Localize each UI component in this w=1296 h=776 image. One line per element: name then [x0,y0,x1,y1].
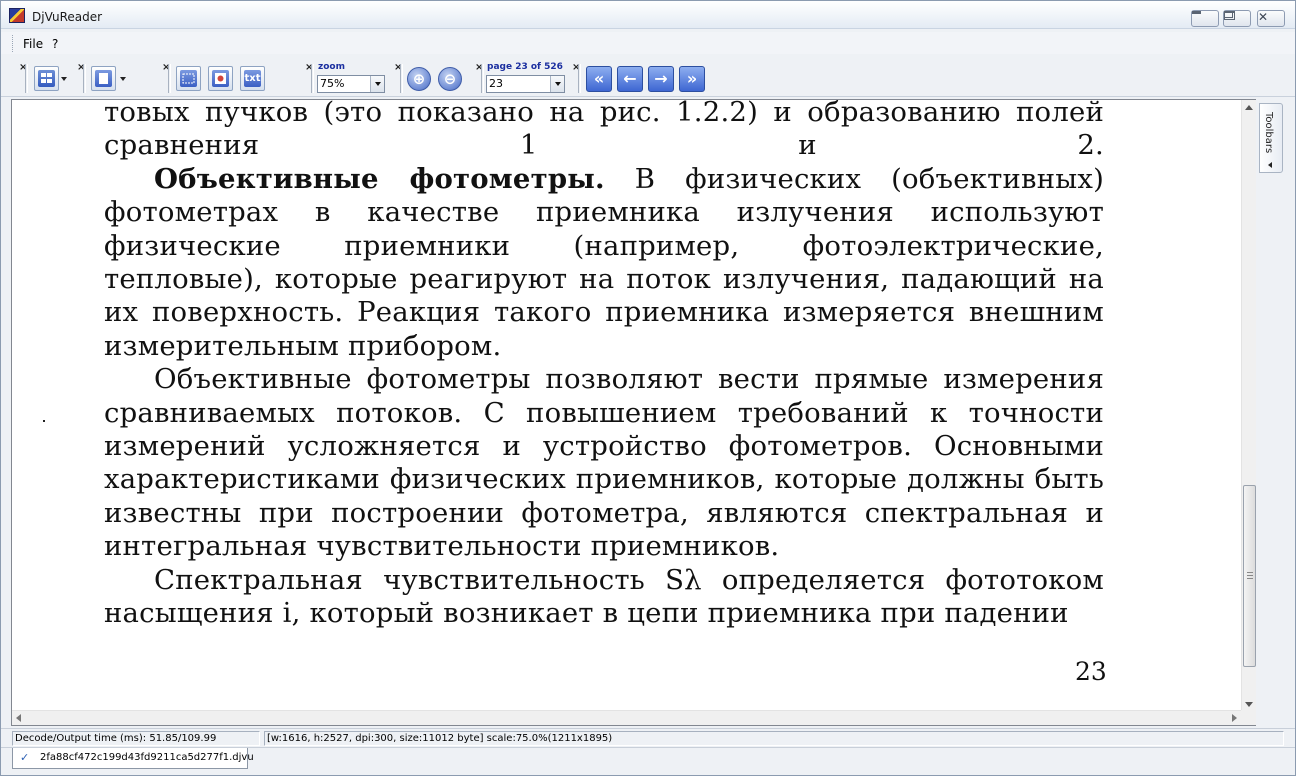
menubar-grip[interactable] [12,35,14,52]
image-button[interactable] [208,66,233,91]
toolbars-tab-label: Toolbars [1263,112,1274,154]
toolbars-side-tab[interactable]: Toolbars [1259,103,1283,173]
paragraph-4: Спектральная чувствительность Sλ определ… [104,564,1104,631]
page-number: 23 [1075,657,1107,686]
menu-bar: File ? [1,32,1295,54]
toolbar-grip[interactable] [168,64,171,93]
decode-time-status: Decode/Output time (ms): 51.85/109.99 [12,731,260,746]
zoom-in-button[interactable]: ⊕ [407,67,431,91]
page-layout-dropdown-arrow[interactable] [120,77,126,81]
next-page-button[interactable]: → [648,66,674,92]
image-icon-svg [215,73,226,84]
page-info-status: [w:1616, h:2527, dpi:300, size:11012 byt… [264,731,1284,746]
select-area-icon-svg [182,73,195,84]
page-text: товых пучков (это показано на рис. 1.2.2… [104,100,1104,631]
document-view[interactable]: товых пучков (это показано на рис. 1.2.2… [11,99,1256,726]
page-count-label: page 23 of 526 [487,62,563,72]
toolbar-grip[interactable] [481,64,484,93]
minimize-button[interactable] [1191,10,1219,27]
thumbnails-icon [38,70,55,87]
zoom-in-icon: ⊕ [412,70,426,88]
horizontal-scrollbar[interactable] [12,710,1241,725]
zoom-value: 75% [320,77,345,90]
paragraph-3-text: Объективные фотометры позволяют вести пр… [104,363,1104,563]
page-layout-button[interactable] [91,66,116,91]
zoom-out-button[interactable]: ⊖ [438,67,462,91]
zoom-select[interactable]: 75% [317,75,385,93]
toolbar-grip[interactable] [83,64,86,93]
document-tab-bar: ✓ 2fa88cf472c199d43fd9211ca5d277f1.djvu [1,747,1295,775]
vertical-scrollbar[interactable] [1241,100,1256,710]
arrow-right-icon: → [654,69,668,88]
document-tab-label: 2fa88cf472c199d43fd9211ca5d277f1.djvu [40,752,254,763]
scroll-left-arrow-icon[interactable] [16,714,21,722]
djvureader-logo-icon [9,8,25,23]
image-icon [212,70,229,87]
grip-icon [1247,572,1253,579]
chevron-down-icon[interactable] [550,76,564,92]
menu-help[interactable]: ? [52,37,58,51]
scan-speck [43,420,45,422]
paragraph-2-heading: Объективные фотометры. [154,162,605,195]
page-icon-svg [99,73,108,84]
page-value: 23 [489,77,503,90]
toolbar-grip[interactable] [311,64,314,93]
select-area-icon [180,70,197,87]
window-title: DjVuReader [32,10,103,24]
status-bar: Decode/Output time (ms): 51.85/109.99 [w… [1,728,1295,747]
arrow-left-icon: ← [623,69,637,88]
last-page-button[interactable]: » [679,66,705,92]
close-button[interactable]: ✕ [1257,10,1285,27]
minimize-icon [1192,11,1201,14]
double-chevron-left-icon: « [593,69,605,88]
zoom-out-icon: ⊖ [443,70,457,88]
view-mode-button[interactable] [34,66,59,91]
scroll-up-arrow-icon[interactable] [1245,105,1253,110]
scroll-right-arrow-icon[interactable] [1232,714,1237,722]
title-bar: DjVuReader ✕ [1,1,1295,29]
page-canvas: товых пучков (это показано на рис. 1.2.2… [12,100,1232,710]
paragraph-2: Объективные фотометры. В физических (объ… [104,163,1104,363]
select-area-button[interactable] [176,66,201,91]
chevron-down-icon[interactable] [370,76,384,92]
view-mode-dropdown-arrow[interactable] [61,77,67,81]
page-select[interactable]: 23 [486,75,565,93]
toolbar-grip[interactable] [25,64,28,93]
scroll-thumb[interactable] [1243,485,1256,667]
thumbnails-icon-svg [41,73,52,83]
first-page-button[interactable]: « [586,66,612,92]
scroll-down-arrow-icon[interactable] [1245,702,1253,707]
previous-page-button[interactable]: ← [617,66,643,92]
maximize-button[interactable] [1223,10,1251,27]
text-icon: txt [244,70,261,87]
toolbar-grip[interactable] [400,64,403,93]
app-window: DjVuReader ✕ File ? × × × txt × zoom 75%… [0,0,1296,776]
paragraph-4-text: Спектральная чувствительность Sλ определ… [104,563,1104,630]
close-icon: ✕ [1258,10,1269,24]
page-icon [95,70,112,87]
paragraph-3: Объективные фотометры позволяют вести пр… [104,363,1104,563]
chevron-left-icon [1268,162,1272,168]
check-icon: ✓ [20,751,30,764]
scroll-corner [1241,710,1256,725]
double-chevron-right-icon: » [686,69,698,88]
text-extract-button[interactable]: txt [240,66,265,91]
document-tab[interactable]: ✓ 2fa88cf472c199d43fd9211ca5d277f1.djvu [12,748,254,769]
menu-file[interactable]: File [23,37,43,51]
zoom-label: zoom [318,62,345,72]
restore-icon-back [1224,11,1235,20]
toolbar-grip[interactable] [578,64,581,93]
toolbar: × × × txt × zoom 75% × ⊕ ⊖ × page 23 of … [1,59,1295,97]
paragraph-1: товых пучков (это показано на рис. 1.2.2… [104,100,1104,163]
paragraph-1-text: товых пучков (это показано на рис. 1.2.2… [104,100,1104,162]
